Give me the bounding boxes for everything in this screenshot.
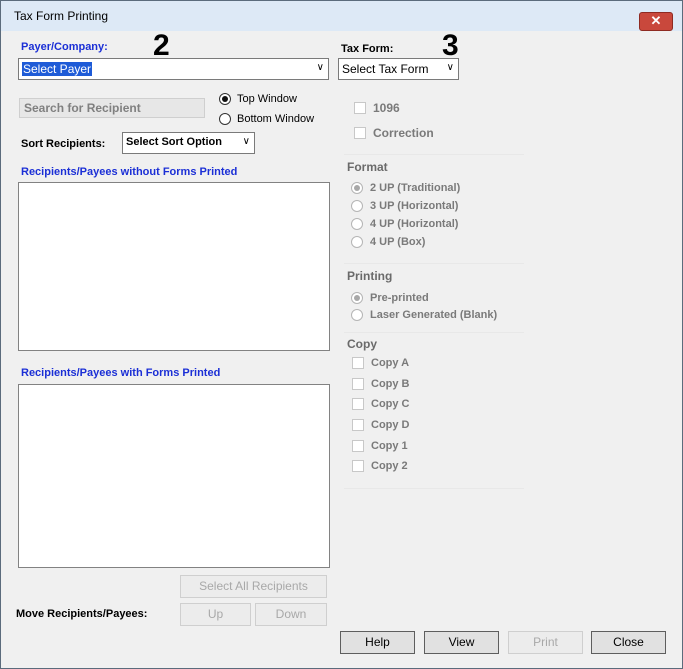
copy-1-checkbox[interactable] bbox=[352, 440, 364, 452]
top-window-radio[interactable] bbox=[219, 93, 231, 105]
window-close-button[interactable]: ✕ bbox=[639, 12, 673, 31]
sort-option-value: Select Sort Option bbox=[126, 136, 222, 148]
correction-label: Correction bbox=[373, 126, 434, 140]
payer-label: Payer/Company: bbox=[21, 41, 108, 53]
recipients-with-forms-list[interactable] bbox=[18, 384, 330, 568]
move-down-button[interactable]: Down bbox=[255, 603, 327, 626]
bottom-window-label: Bottom Window bbox=[237, 113, 315, 125]
printing-title: Printing bbox=[347, 269, 393, 283]
format-4up-horizontal-radio[interactable] bbox=[351, 218, 363, 230]
copy-bottom-separator bbox=[344, 488, 524, 489]
move-recipients-label: Move Recipients/Payees: bbox=[16, 608, 148, 620]
select-all-recipients-button[interactable]: Select All Recipients bbox=[180, 575, 327, 598]
without-forms-list-label: Recipients/Payees without Forms Printed bbox=[21, 166, 238, 178]
copy-b-label: Copy B bbox=[371, 378, 410, 390]
copy-1-label: Copy 1 bbox=[371, 440, 408, 452]
copy-d-label: Copy D bbox=[371, 419, 410, 431]
copy-a-checkbox[interactable] bbox=[352, 357, 364, 369]
format-3up-radio[interactable] bbox=[351, 200, 363, 212]
payer-select[interactable]: Select Payer ∨ bbox=[18, 58, 329, 80]
printing-preprinted-label: Pre-printed bbox=[370, 292, 429, 304]
tax-form-printing-window: Tax Form Printing ✕ Payer/Company: 2 Sel… bbox=[0, 0, 683, 669]
recipients-without-forms-list[interactable] bbox=[18, 182, 330, 351]
bottom-window-radio[interactable] bbox=[219, 113, 231, 125]
tax-form-label: Tax Form: bbox=[341, 43, 394, 55]
format-4up-box-radio[interactable] bbox=[351, 236, 363, 248]
format-4up-box-label: 4 UP (Box) bbox=[370, 236, 426, 248]
close-button[interactable]: Close bbox=[591, 631, 666, 654]
copy-title: Copy bbox=[347, 337, 377, 351]
format-separator bbox=[344, 154, 524, 155]
copy-2-checkbox[interactable] bbox=[352, 460, 364, 472]
payer-select-value: Select Payer bbox=[22, 62, 93, 76]
chevron-down-icon: ∨ bbox=[242, 136, 250, 147]
copy-separator bbox=[344, 332, 524, 333]
chevron-down-icon: ∨ bbox=[446, 62, 454, 73]
format-4up-horizontal-label: 4 UP (Horizontal) bbox=[370, 218, 459, 230]
help-button[interactable]: Help bbox=[340, 631, 415, 654]
copy-d-checkbox[interactable] bbox=[352, 419, 364, 431]
correction-checkbox[interactable] bbox=[354, 127, 366, 139]
copy-a-label: Copy A bbox=[371, 357, 410, 369]
format-2up-radio[interactable] bbox=[351, 182, 363, 194]
sort-recipients-label: Sort Recipients: bbox=[21, 138, 106, 150]
view-button[interactable]: View bbox=[424, 631, 499, 654]
printing-separator bbox=[344, 263, 524, 264]
tax-form-select[interactable]: Select Tax Form ∨ bbox=[338, 58, 459, 80]
top-window-label: Top Window bbox=[237, 93, 297, 105]
copy-b-checkbox[interactable] bbox=[352, 378, 364, 390]
sort-option-select[interactable]: Select Sort Option ∨ bbox=[122, 132, 255, 154]
printing-preprinted-radio[interactable] bbox=[351, 292, 363, 304]
window-title: Tax Form Printing bbox=[14, 9, 109, 23]
copy-c-checkbox[interactable] bbox=[352, 398, 364, 410]
close-icon: ✕ bbox=[650, 13, 662, 28]
form-1096-checkbox[interactable] bbox=[354, 102, 366, 114]
format-2up-label: 2 UP (Traditional) bbox=[370, 182, 461, 194]
recipient-search-input[interactable]: Search for Recipient bbox=[19, 98, 205, 118]
with-forms-list-label: Recipients/Payees with Forms Printed bbox=[21, 367, 221, 379]
format-title: Format bbox=[347, 160, 388, 174]
printing-laser-radio[interactable] bbox=[351, 309, 363, 321]
print-button[interactable]: Print bbox=[508, 631, 583, 654]
title-bar: Tax Form Printing ✕ bbox=[1, 1, 682, 31]
copy-c-label: Copy C bbox=[371, 398, 410, 410]
chevron-down-icon: ∨ bbox=[316, 62, 324, 73]
move-up-button[interactable]: Up bbox=[180, 603, 251, 626]
tax-form-select-value: Select Tax Form bbox=[342, 62, 429, 76]
printing-laser-label: Laser Generated (Blank) bbox=[370, 309, 498, 321]
form-1096-label: 1096 bbox=[373, 101, 400, 115]
copy-2-label: Copy 2 bbox=[371, 460, 408, 472]
format-3up-label: 3 UP (Horizontal) bbox=[370, 200, 459, 212]
